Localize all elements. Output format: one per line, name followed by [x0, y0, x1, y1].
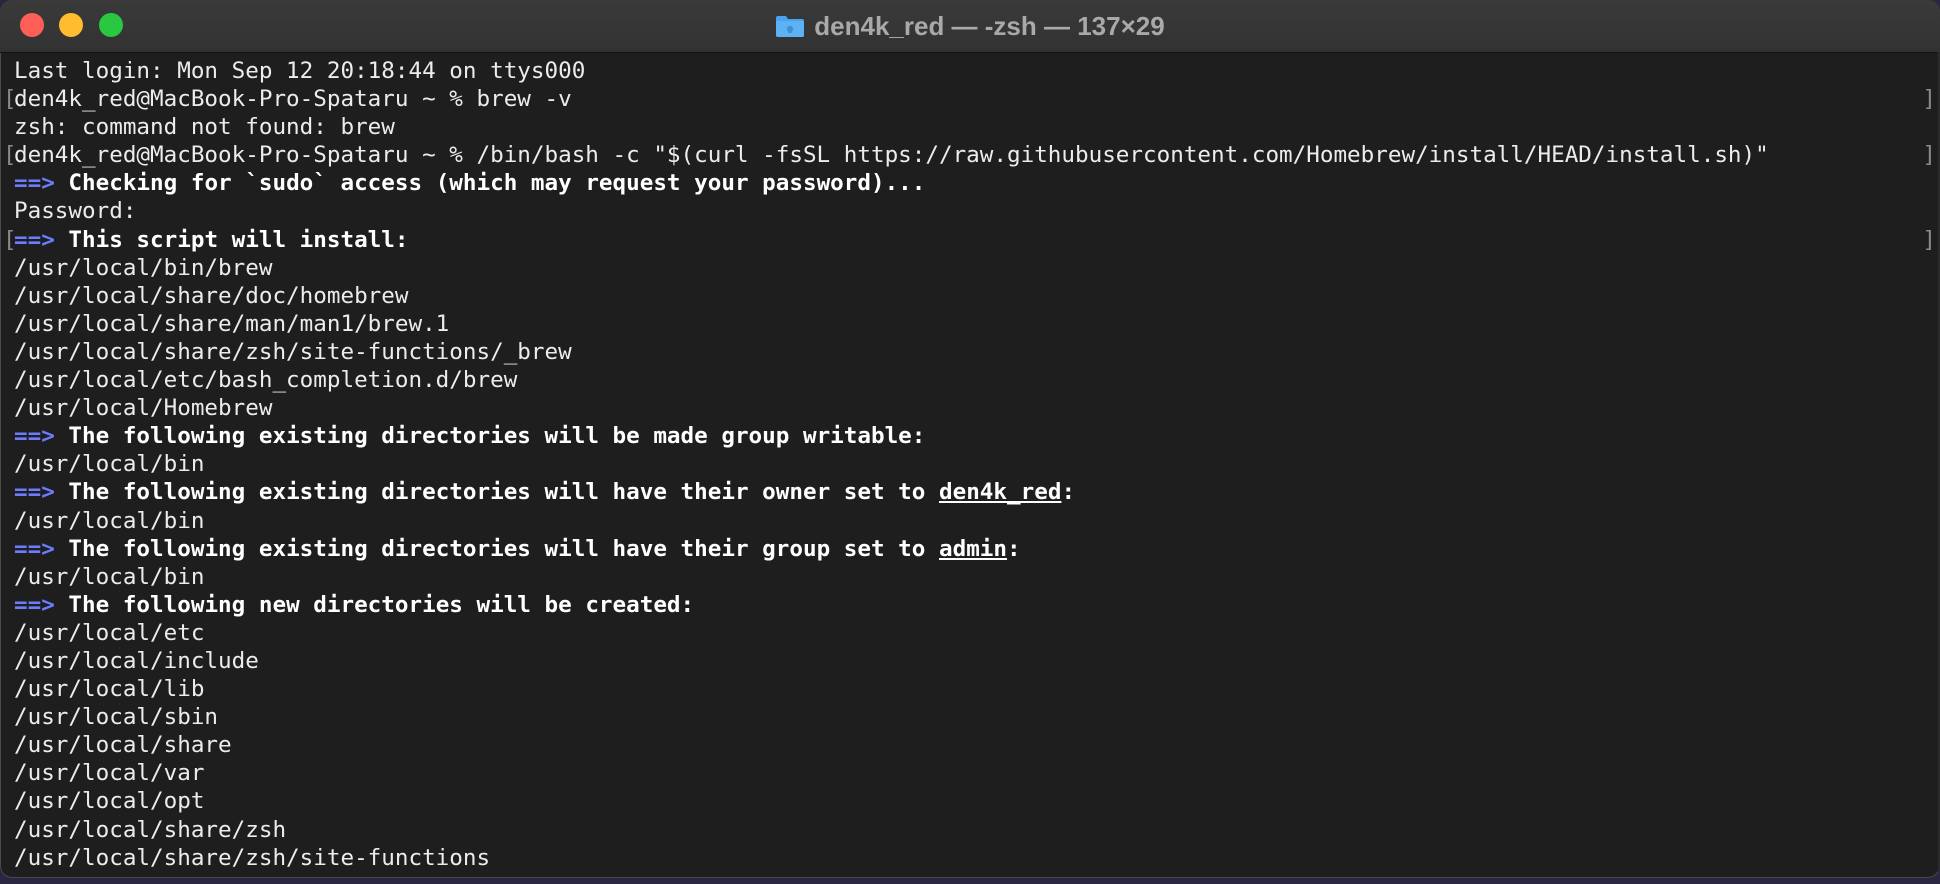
terminal-line: /usr/local/lib [14, 676, 205, 703]
terminal-line: zsh: command not found: brew [14, 114, 395, 141]
terminal-line: /usr/local/etc [14, 619, 205, 646]
terminal-window: den4k_red — -zsh — 137×29 Last login: Mo… [0, 0, 1940, 878]
terminal-line: ==> The following existing directories w… [14, 535, 1021, 562]
line-marker-right: ] [1922, 226, 1936, 253]
line-marker-right: ] [1922, 142, 1936, 169]
terminal-line: /usr/local/Homebrew [14, 395, 273, 422]
folder-icon [775, 14, 805, 38]
terminal-line: /usr/local/bin/brew [14, 254, 273, 281]
arrow-marker: ==> [14, 535, 55, 562]
arrow-marker: ==> [14, 423, 55, 450]
terminal-line: /usr/local/opt [14, 788, 205, 815]
title-bar[interactable]: den4k_red — -zsh — 137×29 [0, 0, 1940, 53]
terminal-line: [den4k_red@MacBook-Pro-Spataru ~ % /bin/… [3, 142, 1936, 169]
terminal-line: /usr/local/include [14, 647, 259, 674]
terminal-line: /usr/local/sbin [14, 704, 219, 731]
line-marker-left: [ [3, 86, 17, 113]
terminal-line: [==> This script will install:] [3, 226, 1936, 253]
terminal-line: /usr/local/bin [14, 507, 205, 534]
terminal-line: ==> The following new directories will b… [14, 591, 695, 618]
owner-username: den4k_red [939, 479, 1062, 506]
terminal-line: /usr/local/var [14, 760, 205, 787]
terminal-line: Password: [14, 198, 137, 225]
terminal-line: /usr/local/bin [14, 451, 205, 478]
terminal-line: ==> The following existing directories w… [14, 423, 926, 450]
arrow-marker: ==> [14, 591, 55, 618]
terminal-line: /usr/local/share/zsh [14, 816, 287, 843]
terminal-line: /usr/local/share/zsh/site-functions/_bre… [14, 338, 572, 365]
terminal-line: ==> Checking for `sudo` access (which ma… [14, 170, 926, 197]
terminal-output[interactable]: Last login: Mon Sep 12 20:18:44 on ttys0… [0, 53, 1940, 872]
terminal-line: /usr/local/bin [14, 563, 205, 590]
arrow-marker: ==> [14, 479, 55, 506]
line-marker-right: ] [1922, 86, 1936, 113]
terminal-line: Last login: Mon Sep 12 20:18:44 on ttys0… [14, 58, 586, 84]
group-name: admin [939, 535, 1008, 562]
terminal-line: /usr/local/share [14, 732, 232, 759]
terminal-line: ==> The following existing directories w… [14, 479, 1076, 506]
window-title: den4k_red — -zsh — 137×29 [814, 10, 1165, 41]
terminal-line: /usr/local/share/man/man1/brew.1 [14, 310, 450, 337]
terminal-line: [den4k_red@MacBook-Pro-Spataru ~ % brew … [3, 86, 1936, 113]
window-title-group: den4k_red — -zsh — 137×29 [0, 0, 1940, 52]
terminal-line: /usr/local/share/zsh/site-functions [14, 844, 491, 871]
line-marker-left: [ [3, 226, 17, 253]
arrow-marker: ==> [14, 226, 55, 253]
line-marker-left: [ [3, 142, 17, 169]
terminal-line: /usr/local/share/doc/homebrew [14, 282, 409, 309]
terminal-line: /usr/local/etc/bash_completion.d/brew [14, 367, 518, 394]
arrow-marker: ==> [14, 170, 55, 197]
